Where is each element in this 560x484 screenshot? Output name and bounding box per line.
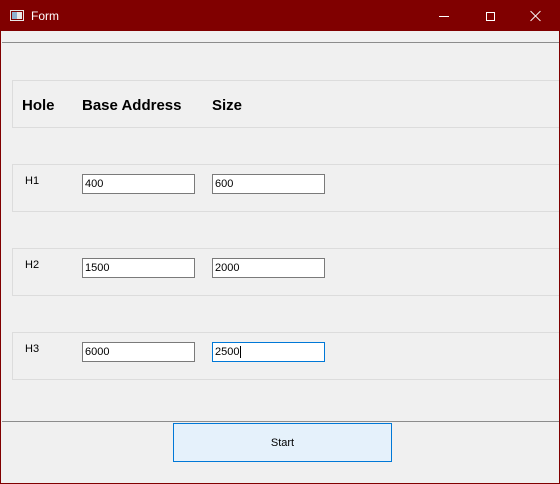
hole-column-header: Hole (22, 97, 55, 114)
close-button[interactable] (513, 1, 559, 31)
window-title: Form (31, 9, 59, 23)
text-caret (240, 346, 242, 359)
maximize-button[interactable] (467, 1, 513, 31)
base-address-column-header: Base Address (82, 97, 182, 114)
hole-label: H3 (25, 343, 40, 355)
size-input[interactable]: 2000 (212, 258, 325, 278)
size-input[interactable]: 600 (212, 174, 325, 194)
base-address-input[interactable]: 1500 (82, 258, 195, 278)
size-value: 2500 (215, 346, 240, 358)
hole-label: H1 (25, 175, 40, 187)
size-input-focused[interactable]: 2500 (212, 342, 325, 362)
base-address-input[interactable]: 400 (82, 174, 195, 194)
size-column-header: Size (212, 97, 243, 114)
close-icon (530, 10, 542, 22)
base-address-input[interactable]: 6000 (82, 342, 195, 362)
hole-row-h2: H2 1500 2000 (12, 248, 559, 296)
minimize-button[interactable] (421, 1, 467, 31)
maximize-icon (485, 11, 495, 21)
hole-row-h1: H1 400 600 (12, 164, 559, 212)
header-row: Hole Base Address Size (12, 80, 559, 128)
title-bar[interactable]: Form (1, 1, 559, 31)
hole-row-h3: H3 6000 2500 (12, 332, 559, 380)
hole-label: H2 (25, 259, 40, 271)
form-window: Form Hole Base Address Size H1 400 600 H… (0, 0, 560, 484)
start-button[interactable]: Start (173, 423, 392, 462)
app-window-icon (10, 10, 24, 21)
minimize-icon (439, 15, 449, 17)
